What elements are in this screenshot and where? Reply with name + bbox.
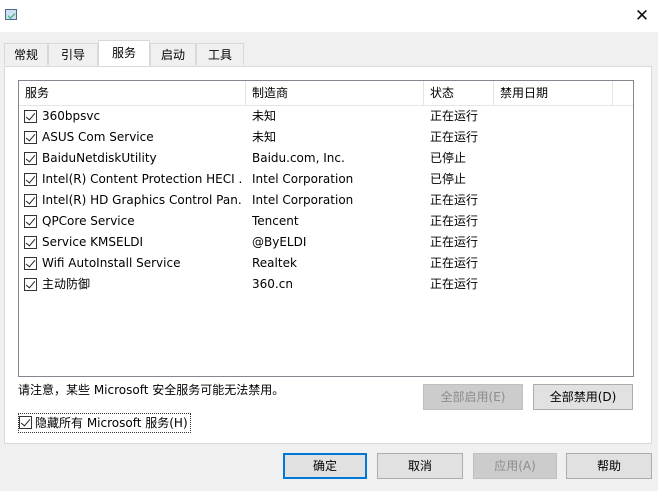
service-manufacturer: 未知 <box>252 109 277 123</box>
service-name: 360bpsvc <box>42 109 101 123</box>
service-checkbox[interactable] <box>24 257 37 270</box>
service-checkbox[interactable] <box>24 110 37 123</box>
service-manufacturer: Intel Corporation <box>252 193 354 207</box>
hide-microsoft-services-label[interactable]: 隐藏所有 Microsoft 服务(H) <box>35 416 188 430</box>
title-bar: ✕ <box>0 0 658 32</box>
service-name: Intel(R) Content Protection HECI ... <box>42 172 242 186</box>
service-status: 正在运行 <box>430 277 479 291</box>
service-checkbox[interactable] <box>24 194 37 207</box>
column-header-status[interactable]: 状态 <box>424 81 494 105</box>
table-row[interactable]: Service KMSELDI @ByELDI 正在运行 <box>19 232 633 253</box>
service-status: 正在运行 <box>430 130 479 144</box>
service-status: 正在运行 <box>430 214 479 228</box>
cancel-button[interactable]: 取消 <box>377 453 463 479</box>
tab-general[interactable]: 常规 <box>4 43 48 65</box>
service-name: 主动防御 <box>42 277 91 291</box>
service-manufacturer: @ByELDI <box>252 235 307 249</box>
service-status: 正在运行 <box>430 109 479 123</box>
tab-services[interactable]: 服务 <box>98 40 150 66</box>
list-header: 服务 制造商 状态 禁用日期 <box>19 81 633 106</box>
service-name: QPCore Service <box>42 214 135 228</box>
hide-microsoft-services[interactable]: 隐藏所有 Microsoft 服务(H) <box>18 413 191 433</box>
service-name: ASUS Com Service <box>42 130 154 144</box>
service-manufacturer: 360.cn <box>252 277 293 291</box>
tab-startup[interactable]: 启动 <box>150 43 196 65</box>
service-manufacturer: Intel Corporation <box>252 172 354 186</box>
service-status: 已停止 <box>430 172 467 186</box>
column-header-disabled-date[interactable]: 禁用日期 <box>494 81 613 105</box>
service-checkbox[interactable] <box>24 236 37 249</box>
enable-all-button[interactable]: 全部启用(E) <box>423 384 523 410</box>
table-row[interactable]: BaiduNetdiskUtility Baidu.com, Inc. 已停止 <box>19 148 633 169</box>
services-list[interactable]: 服务 制造商 状态 禁用日期 360bpsvc 未知 正在运行 ASUS Com Se… <box>18 80 634 377</box>
service-checkbox[interactable] <box>24 152 37 165</box>
service-manufacturer: Tencent <box>252 214 299 228</box>
disable-all-button[interactable]: 全部禁用(D) <box>533 384 633 410</box>
service-manufacturer: 未知 <box>252 130 277 144</box>
table-row[interactable]: QPCore Service Tencent 正在运行 <box>19 211 633 232</box>
table-row[interactable]: 主动防御 360.cn 正在运行 <box>19 274 633 295</box>
warning-note: 请注意，某些 Microsoft 安全服务可能无法禁用。 <box>18 383 285 397</box>
column-header-service[interactable]: 服务 <box>19 81 246 105</box>
service-status: 正在运行 <box>430 193 479 207</box>
service-checkbox[interactable] <box>24 131 37 144</box>
service-manufacturer: Realtek <box>252 256 297 270</box>
table-row[interactable]: 360bpsvc 未知 正在运行 <box>19 106 633 127</box>
table-row[interactable]: ASUS Com Service 未知 正在运行 <box>19 127 633 148</box>
service-name: Wifi AutoInstall Service <box>42 256 181 270</box>
ok-button[interactable]: 确定 <box>283 453 367 479</box>
service-checkbox[interactable] <box>24 215 37 228</box>
service-name: BaiduNetdiskUtility <box>42 151 157 165</box>
service-checkbox[interactable] <box>24 278 37 291</box>
table-row[interactable]: Wifi AutoInstall Service Realtek 正在运行 <box>19 253 633 274</box>
service-status: 正在运行 <box>430 256 479 270</box>
tab-boot[interactable]: 引导 <box>48 43 98 65</box>
apply-button[interactable]: 应用(A) <box>473 453 557 479</box>
table-row[interactable]: Intel(R) HD Graphics Control Pan... Intel… <box>19 190 633 211</box>
msconfig-app-icon <box>5 9 17 20</box>
service-name: Intel(R) HD Graphics Control Pan... <box>42 193 242 207</box>
service-name: Service KMSELDI <box>42 235 144 249</box>
service-status: 正在运行 <box>430 235 479 249</box>
hide-microsoft-services-checkbox[interactable] <box>19 416 32 429</box>
close-icon[interactable]: ✕ <box>628 4 656 28</box>
service-checkbox[interactable] <box>24 173 37 186</box>
help-button[interactable]: 帮助 <box>566 453 652 479</box>
service-status: 已停止 <box>430 151 467 165</box>
column-header-manufacturer[interactable]: 制造商 <box>246 81 424 105</box>
tab-tools[interactable]: 工具 <box>196 43 244 65</box>
table-row[interactable]: Intel(R) Content Protection HECI ... Inte… <box>19 169 633 190</box>
service-manufacturer: Baidu.com, Inc. <box>252 151 345 165</box>
